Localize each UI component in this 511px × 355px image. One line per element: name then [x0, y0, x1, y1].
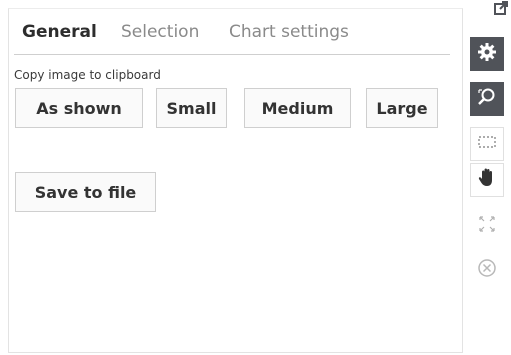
zoom-button[interactable]: [470, 82, 504, 116]
zoom-icon: [477, 87, 497, 111]
chart-toolbar: [468, 0, 508, 290]
gear-icon: [477, 42, 497, 66]
save-to-file-button[interactable]: Save to file: [15, 172, 156, 212]
copy-large-button[interactable]: Large: [366, 88, 438, 128]
copy-image-label: Copy image to clipboard: [14, 68, 161, 82]
select-icon: [477, 134, 497, 154]
settings-button[interactable]: [470, 37, 504, 71]
select-button[interactable]: [470, 127, 504, 161]
copy-medium-button[interactable]: Medium: [244, 88, 351, 128]
copy-as-shown-button[interactable]: As shown: [15, 88, 143, 128]
fit-icon[interactable]: [478, 215, 496, 233]
pan-icon: [477, 167, 497, 193]
chart-menu-frame: General Selection Chart settings Copy im…: [0, 0, 511, 355]
close-icon[interactable]: [477, 258, 497, 278]
tab-chart-settings[interactable]: Chart settings: [229, 22, 349, 42]
tab-bar: General Selection Chart settings: [14, 16, 450, 55]
tab-selection[interactable]: Selection: [121, 22, 199, 42]
pan-button[interactable]: [470, 163, 504, 197]
copy-small-button[interactable]: Small: [156, 88, 227, 128]
tab-general[interactable]: General: [22, 22, 97, 42]
popout-icon[interactable]: [494, 0, 508, 15]
